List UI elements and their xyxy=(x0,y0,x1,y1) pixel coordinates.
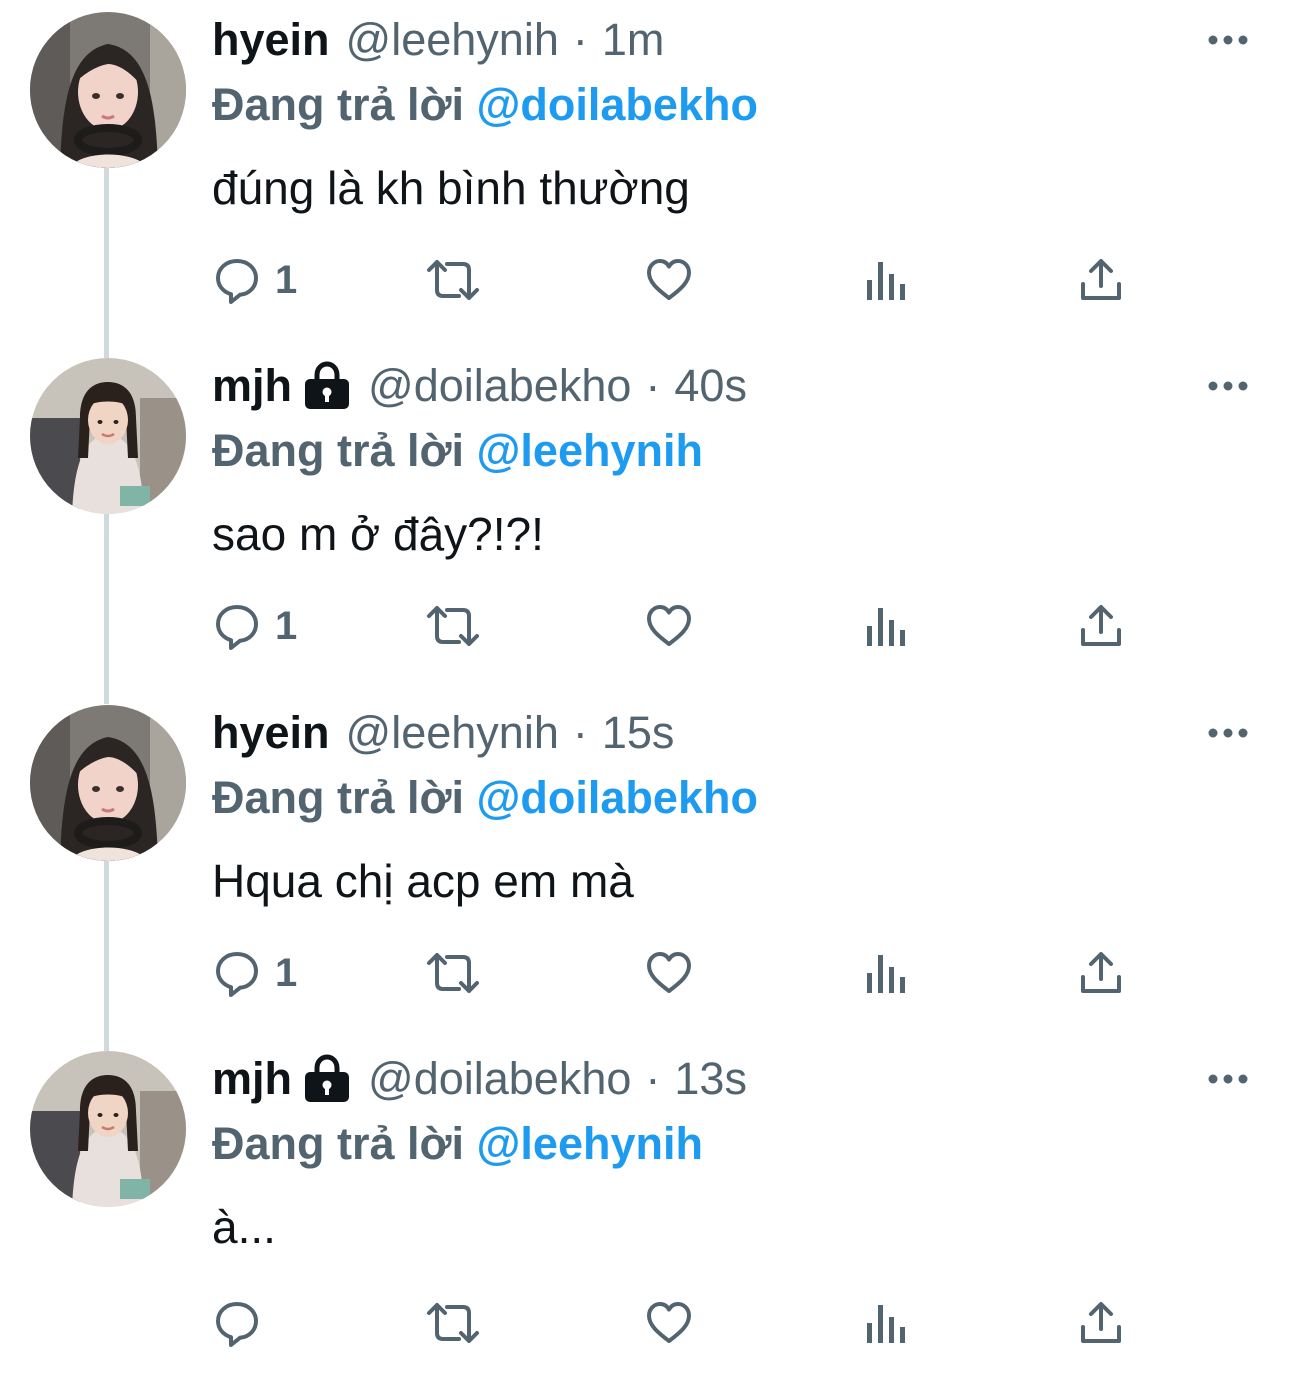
tweet[interactable]: hyein @leehynih · 15s Đang trả lời @doil… xyxy=(0,693,1290,1051)
replying-to-label: Đang trả lời xyxy=(212,1118,465,1169)
retweet-button[interactable] xyxy=(425,594,481,658)
tweet-text: sao m ở đây?!?! xyxy=(212,508,544,560)
timestamp[interactable]: 15s xyxy=(602,703,675,763)
reply-count: 1 xyxy=(275,258,298,302)
share-button[interactable] xyxy=(1077,594,1125,658)
like-button[interactable] xyxy=(645,1291,693,1355)
user-handle[interactable]: @doilabekho xyxy=(368,1049,631,1109)
views-button[interactable] xyxy=(864,594,908,658)
lock-icon xyxy=(302,361,352,411)
display-name[interactable]: hyein xyxy=(212,10,330,70)
replying-to-label: Đang trả lời xyxy=(212,79,465,130)
separator-dot: · xyxy=(572,707,588,758)
like-button[interactable] xyxy=(645,248,693,312)
avatar[interactable] xyxy=(30,1051,186,1207)
display-name[interactable]: hyein xyxy=(212,703,330,763)
replying-to-line: Đang trả lời @leehynih xyxy=(212,420,703,482)
reply-mention-link[interactable]: @leehynih xyxy=(477,1118,703,1169)
replying-to-line: Đang trả lời @doilabekho xyxy=(212,767,758,829)
reply-mention-link[interactable]: @doilabekho xyxy=(477,772,758,823)
reply-count: 1 xyxy=(275,951,298,995)
tweet-text: đúng là kh bình thường xyxy=(212,162,690,214)
more-icon[interactable] xyxy=(1207,30,1249,50)
display-name[interactable]: mjh xyxy=(212,356,292,416)
reply-button[interactable]: 1 xyxy=(213,941,297,1005)
retweet-icon xyxy=(425,602,481,650)
views-button[interactable] xyxy=(864,1291,908,1355)
tweet-header: hyein @leehynih · 1m xyxy=(212,10,664,70)
reply-button[interactable]: 1 xyxy=(213,594,297,658)
timestamp[interactable]: 13s xyxy=(674,1049,747,1109)
share-button[interactable] xyxy=(1077,1291,1125,1355)
reply-icon xyxy=(213,949,261,997)
share-icon xyxy=(1077,602,1125,650)
retweet-icon xyxy=(425,256,481,304)
tweet[interactable]: hyein @leehynih · 1m Đang trả lời @doila… xyxy=(0,0,1290,358)
reply-count: 1 xyxy=(275,604,298,648)
user-handle[interactable]: @leehynih xyxy=(346,10,559,70)
user-handle[interactable]: @leehynih xyxy=(346,703,559,763)
reply-button[interactable] xyxy=(213,1291,275,1355)
views-icon xyxy=(864,602,908,650)
action-bar xyxy=(0,1291,1290,1355)
replying-to-line: Đang trả lời @doilabekho xyxy=(212,74,758,136)
share-button[interactable] xyxy=(1077,248,1125,312)
share-icon xyxy=(1077,256,1125,304)
tweet[interactable]: mjh @doilabekho · 40s Đang trả lời @leeh… xyxy=(0,346,1290,704)
share-button[interactable] xyxy=(1077,941,1125,1005)
views-icon xyxy=(864,949,908,997)
retweet-button[interactable] xyxy=(425,248,481,312)
separator-dot: · xyxy=(572,14,588,65)
timestamp[interactable]: 1m xyxy=(602,10,665,70)
separator-dot: · xyxy=(645,360,661,411)
like-icon xyxy=(645,1299,693,1347)
tweet-text: à... xyxy=(212,1201,276,1253)
separator-dot: · xyxy=(645,1053,661,1104)
views-button[interactable] xyxy=(864,941,908,1005)
display-name[interactable]: mjh xyxy=(212,1049,292,1109)
retweet-icon xyxy=(425,949,481,997)
like-button[interactable] xyxy=(645,941,693,1005)
reply-button[interactable]: 1 xyxy=(213,248,297,312)
more-icon[interactable] xyxy=(1207,1069,1249,1089)
user-handle[interactable]: @doilabekho xyxy=(368,356,631,416)
avatar[interactable] xyxy=(30,705,186,861)
like-icon xyxy=(645,602,693,650)
replying-to-label: Đang trả lời xyxy=(212,425,465,476)
reply-icon xyxy=(213,602,261,650)
reply-icon xyxy=(213,256,261,304)
reply-thread: hyein @leehynih · 1m Đang trả lời @doila… xyxy=(0,0,1290,1347)
share-icon xyxy=(1077,949,1125,997)
views-icon xyxy=(864,1299,908,1347)
retweet-button[interactable] xyxy=(425,1291,481,1355)
tweet-header: hyein @leehynih · 15s xyxy=(212,703,674,763)
more-icon[interactable] xyxy=(1207,723,1249,743)
avatar[interactable] xyxy=(30,358,186,514)
timestamp[interactable]: 40s xyxy=(674,356,747,416)
reply-mention-link[interactable]: @leehynih xyxy=(477,425,703,476)
action-bar: 1 xyxy=(0,248,1290,312)
lock-icon xyxy=(302,1054,352,1104)
action-bar: 1 xyxy=(0,594,1290,658)
tweet-text: Hqua chị acp em mà xyxy=(212,855,634,907)
replying-to-label: Đang trả lời xyxy=(212,772,465,823)
reply-icon xyxy=(213,1299,261,1347)
action-bar: 1 xyxy=(0,941,1290,1005)
like-icon xyxy=(645,256,693,304)
tweet-header: mjh @doilabekho · 13s xyxy=(212,1049,747,1109)
more-icon[interactable] xyxy=(1207,376,1249,396)
retweet-button[interactable] xyxy=(425,941,481,1005)
tweet-header: mjh @doilabekho · 40s xyxy=(212,356,747,416)
retweet-icon xyxy=(425,1299,481,1347)
tweet[interactable]: mjh @doilabekho · 13s Đang trả lời @leeh… xyxy=(0,1039,1290,1385)
views-button[interactable] xyxy=(864,248,908,312)
share-icon xyxy=(1077,1299,1125,1347)
avatar[interactable] xyxy=(30,12,186,168)
like-icon xyxy=(645,949,693,997)
replying-to-line: Đang trả lời @leehynih xyxy=(212,1113,703,1175)
like-button[interactable] xyxy=(645,594,693,658)
views-icon xyxy=(864,256,908,304)
reply-mention-link[interactable]: @doilabekho xyxy=(477,79,758,130)
